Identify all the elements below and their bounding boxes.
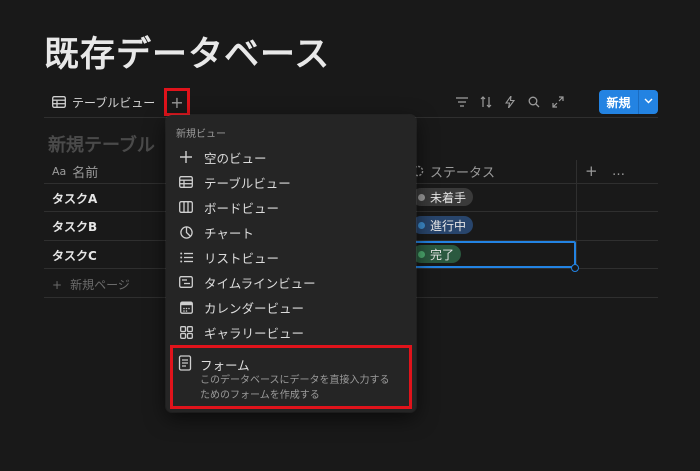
new-page-label: 新規ページ [70,278,130,292]
plus-icon [178,149,194,165]
new-button-label: 新規 [606,95,631,110]
more-options-button[interactable]: … [612,160,625,182]
menu-item-label: テーブルビュー [204,175,291,191]
table-row-name[interactable]: タスクA [52,190,97,207]
tab-table-view[interactable]: テーブルビュー [52,92,155,112]
menu-item-label: チャート [204,225,254,241]
status-dot-icon [418,221,425,229]
new-page-button[interactable]: + 新規ページ [52,276,130,293]
status-badge[interactable]: 進行中 [412,216,474,234]
add-column-button[interactable]: + [585,160,598,182]
column-header-status-label: ステータス [430,165,496,181]
chevron-down-icon[interactable] [639,97,658,107]
table-title[interactable]: 新規テーブル [48,131,155,157]
menu-item-label: 空のビュー [204,150,267,166]
new-button[interactable]: 新規 [599,90,658,114]
fill-handle[interactable] [571,264,579,272]
gallery-icon [178,324,194,340]
search-icon[interactable] [522,93,546,111]
menu-item-label: ボードビュー [204,200,280,216]
filter-icon[interactable] [450,93,474,111]
menu-section-label: 新規ビュー [176,129,226,140]
column-header-name-label: 名前 [72,165,99,181]
menu-item-label: カレンダービュー [204,300,305,316]
plus-icon: + [170,92,184,112]
menu-item-gallery-view[interactable]: ギャラリービュー [172,320,410,344]
sort-icon[interactable] [474,93,498,111]
timeline-icon [178,274,194,290]
tab-table-view-label: テーブルビュー [72,95,156,110]
table-row-name[interactable]: タスクC [52,247,97,264]
menu-item-label: タイムラインビュー [204,275,316,291]
status-badge-label: 進行中 [430,218,467,233]
chart-icon [178,224,194,240]
column-header-name[interactable]: Aa 名前 [52,160,98,182]
board-icon [178,199,194,215]
add-view-button[interactable]: + [164,88,190,116]
database-toolbar: テーブルビュー + 新規 [44,88,658,116]
menu-item-list-view[interactable]: リストビュー [172,245,410,269]
menu-item-timeline-view[interactable]: タイムラインビュー [172,270,410,294]
form-description-line: ためのフォームを作成する [200,390,320,401]
menu-item-empty-view[interactable]: 空のビュー [172,145,410,169]
status-badge[interactable]: 未着手 [412,188,474,206]
expand-icon[interactable] [546,93,570,111]
status-badge-label: 未着手 [430,190,467,205]
menu-item-chart[interactable]: チャート [172,220,410,244]
text-property-icon: Aa [52,164,67,178]
menu-item-table-view[interactable]: テーブルビュー [172,170,410,194]
status-dot-icon [418,193,425,201]
menu-item-form-description: このデータベースにデータを直接入力する ためのフォームを作成する [200,373,406,403]
automation-icon[interactable] [498,93,522,111]
menu-item-calendar-view[interactable]: カレンダービュー [172,295,410,319]
list-icon [178,249,194,265]
menu-item-label: リストビュー [204,250,280,266]
table-row-name[interactable]: タスクB [52,218,97,235]
page-title: 既存データベース [44,35,331,75]
selected-cell[interactable] [410,241,576,268]
form-description-line: このデータベースにデータを直接入力する [200,375,390,386]
table-icon [52,96,66,108]
table-icon [178,174,194,190]
column-header-status[interactable]: ステータス [412,160,495,182]
menu-item-label: ギャラリービュー [204,325,305,341]
calendar-icon [178,299,194,315]
plus-icon: + [52,278,63,292]
menu-item-form-label: フォーム [200,358,250,373]
menu-item-board-view[interactable]: ボードビュー [172,195,410,219]
form-icon [178,355,192,371]
